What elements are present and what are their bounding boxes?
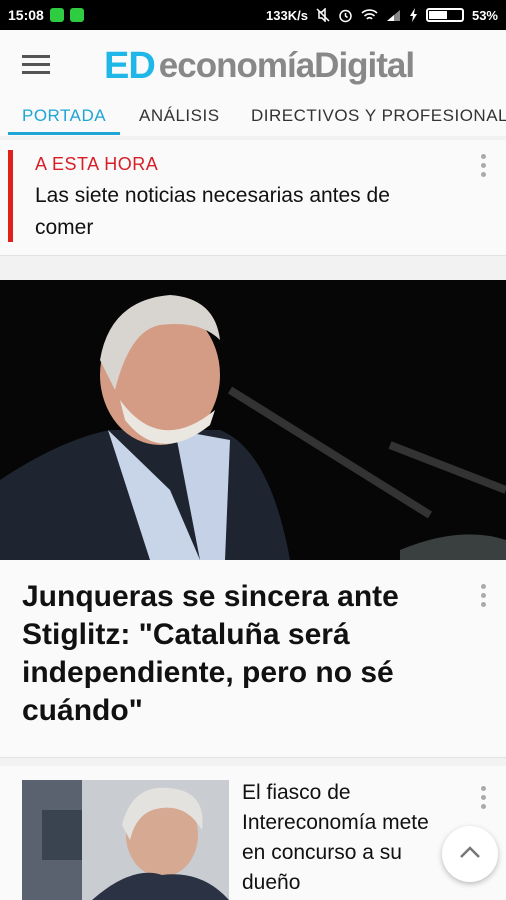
status-time: 15:08 [8,7,44,23]
more-vert-icon[interactable] [481,154,487,177]
menu-icon[interactable] [22,55,50,75]
charging-icon [409,8,417,22]
more-vert-icon[interactable] [481,584,487,607]
alarm-icon [339,9,352,22]
hero-image[interactable] [0,280,506,560]
section-tabs: PORTADA ANÁLISIS DIRECTIVOS Y PROFESIONA… [0,100,506,136]
wifi-icon [361,8,378,20]
logo: ED economíaDigital [104,44,415,87]
status-right: 133K/s 53% [266,0,498,30]
article-thumbnail[interactable] [22,780,229,900]
network-speed: 133K/s [266,7,308,23]
app-notification-icon [49,8,64,22]
tab-directivos[interactable]: DIRECTIVOS Y PROFESIONALES [251,106,506,126]
battery-icon [425,8,464,22]
more-vert-icon[interactable] [481,786,487,809]
scroll-top-button[interactable] [442,826,498,882]
app-bar: ED economíaDigital [0,30,506,100]
speaker-photo [0,280,506,560]
mute-icon [316,8,330,22]
logo-ed: ED [104,44,156,87]
article-title[interactable]: El fiasco de Intereconomía mete en concu… [242,778,452,898]
tab-analisis[interactable]: ANÁLISIS [139,106,220,126]
logo-wordmark: economíaDigital [158,46,415,85]
breaking-kicker: A ESTA HORA [35,154,159,174]
signal-icon [386,9,400,21]
main-article-title[interactable]: Junqueras se sincera ante Stiglitz: "Cat… [22,578,462,730]
breaking-title[interactable]: Las siete noticias necesarias antes de c… [35,180,445,244]
battery-percent: 53% [471,7,498,23]
main-article-card[interactable]: Junqueras se sincera ante Stiglitz: "Cat… [0,560,506,758]
status-bar: 15:08 133K/s 53% [0,0,506,30]
active-tab-indicator [8,132,120,135]
breaking-accent-bar [8,150,13,242]
breaking-news-card[interactable]: A ESTA HORA Las siete noticias necesaria… [0,140,506,256]
tab-portada[interactable]: PORTADA [22,106,106,126]
article-list-item[interactable]: El fiasco de Intereconomía mete en concu… [0,766,506,900]
chevron-up-icon [460,846,480,858]
app-notification-icon [69,8,84,22]
